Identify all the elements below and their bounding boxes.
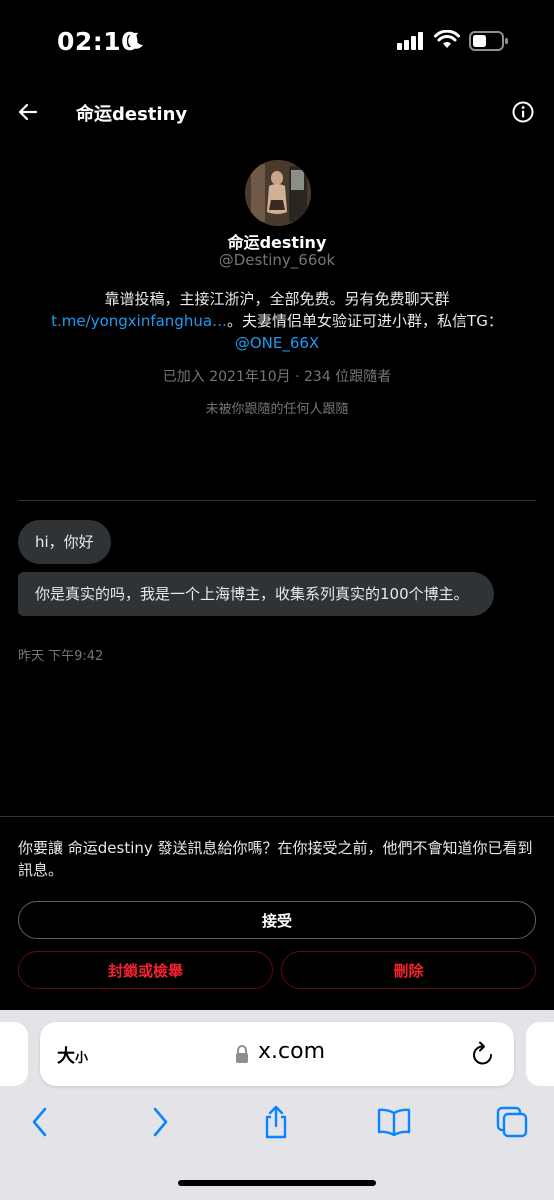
chevron-left-icon <box>32 1107 47 1137</box>
info-icon[interactable] <box>510 99 536 125</box>
avatar[interactable] <box>245 160 311 226</box>
message-request-text: 你要讓 命运destiny 發送訊息給你嗎？在你接受之前，他們不會知道你已看到訊… <box>18 839 533 879</box>
profile-bio: 靠谱投稿，主接江浙沪，全部免费。另有免费聊天群 t.me/yongxinfang… <box>30 288 524 354</box>
bio-text-continued: 。夫妻情侣单女验证可进小群，私信TG： <box>227 312 503 330</box>
accept-button[interactable]: 接受 <box>18 901 536 939</box>
previous-tab-peek[interactable] <box>0 1022 28 1086</box>
bio-link[interactable]: t.me/yongxinfanghua… <box>51 312 227 330</box>
home-indicator[interactable] <box>178 1180 376 1186</box>
profile-handle: @Destiny_66ok <box>218 251 336 269</box>
forward-button[interactable] <box>140 1102 180 1142</box>
battery-icon <box>469 31 508 51</box>
back-arrow-icon[interactable] <box>14 98 42 126</box>
wifi-icon <box>434 30 460 48</box>
tabs-button[interactable] <box>492 1102 532 1142</box>
bookmarks-button[interactable] <box>374 1102 414 1142</box>
delete-button[interactable]: 刪除 <box>281 951 536 989</box>
reload-icon[interactable] <box>470 1040 496 1068</box>
profile-name[interactable]: 命运destiny <box>0 229 554 253</box>
browser-toolbar: 大小 x.com <box>0 1010 554 1200</box>
bio-text: 靠谱投稿，主接江浙沪，全部免费。另有免费聊天群 <box>104 290 450 308</box>
header: 命运destiny <box>0 90 554 134</box>
share-icon <box>265 1105 287 1139</box>
block-or-report-button[interactable]: 封鎖或檢舉 <box>18 951 273 989</box>
moon-icon <box>128 32 143 49</box>
follow-note: 未被你跟隨的任何人跟隨 <box>205 402 349 417</box>
bio-mention[interactable]: @ONE_66X <box>235 334 319 352</box>
tabs-icon <box>496 1106 528 1138</box>
status-bar: 02:10 <box>0 0 554 80</box>
divider <box>0 816 554 817</box>
chevron-right-icon <box>153 1107 168 1137</box>
next-tab-peek[interactable] <box>526 1022 554 1086</box>
bookmarks-icon <box>377 1108 411 1137</box>
message-bubble[interactable]: hi，你好 <box>18 520 111 564</box>
back-button[interactable] <box>20 1102 60 1142</box>
signal-icon <box>397 32 423 50</box>
profile-meta: 已加入 2021年10月 · 234 位跟隨者 <box>162 369 392 385</box>
address-bar[interactable]: 大小 x.com <box>40 1022 514 1086</box>
message-timestamp: 昨天 下午9:42 <box>18 649 104 664</box>
header-title: 命运destiny <box>76 104 188 125</box>
share-button[interactable] <box>256 1102 296 1142</box>
message-bubble[interactable]: 你是真实的吗，我是一个上海博主，收集系列真实的100个博主。 <box>18 572 494 616</box>
text-size-button[interactable]: 大小 <box>57 1042 88 1068</box>
url-text[interactable]: x.com <box>258 1039 325 1064</box>
lock-icon <box>236 1045 248 1063</box>
divider <box>18 500 536 501</box>
